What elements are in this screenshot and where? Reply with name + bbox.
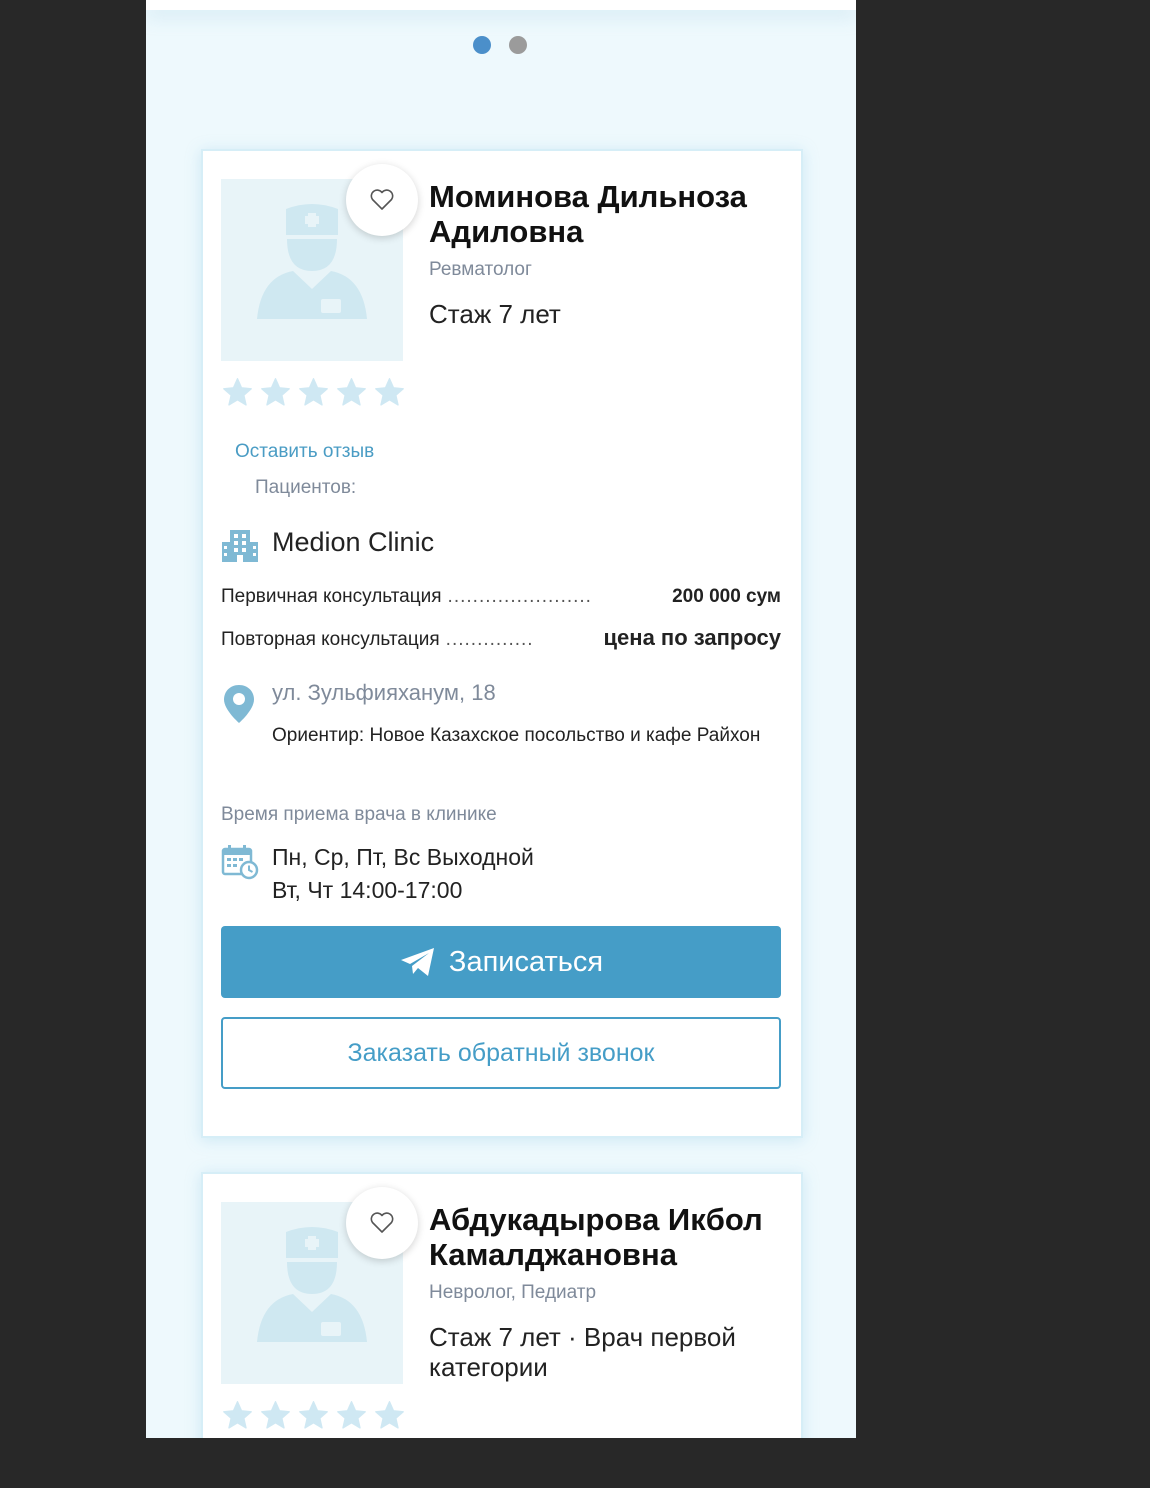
clinic-name[interactable]: Medion Clinic	[272, 527, 434, 558]
star-icon[interactable]	[335, 1399, 368, 1432]
carousel-dots	[473, 36, 527, 54]
price-row-primary: Первичная консультация .................…	[221, 586, 781, 608]
leave-review-link[interactable]: Оставить отзыв	[235, 441, 374, 463]
page-viewport: Моминова Дильноза Адиловна Ревматолог Ст…	[146, 0, 856, 1438]
doctor-card: Абдукадырова Икбол Камалджановна Невроло…	[201, 1172, 803, 1438]
star-icon[interactable]	[297, 376, 330, 409]
price-value: цена по запросу	[603, 625, 781, 650]
calendar-clock-icon	[221, 845, 259, 880]
price-dot-leader: ..............	[445, 629, 534, 650]
star-icon[interactable]	[335, 376, 368, 409]
book-appointment-button[interactable]: Записаться	[221, 926, 781, 998]
rating-stars[interactable]	[221, 1399, 406, 1432]
doctor-card: Моминова Дильноза Адиловна Ревматолог Ст…	[201, 149, 803, 1138]
star-icon[interactable]	[259, 376, 292, 409]
price-label: Повторная консультация	[221, 629, 440, 650]
schedule-line: Вт, Чт 14:00-17:00	[272, 877, 463, 903]
star-icon[interactable]	[373, 1399, 406, 1432]
star-icon[interactable]	[221, 376, 254, 409]
schedule-line: Пн, Ср, Пт, Вс Выходной	[272, 844, 534, 870]
request-callback-button[interactable]: Заказать обратный звонок	[221, 1017, 781, 1089]
favorite-button[interactable]	[346, 1187, 418, 1259]
previous-section-edge	[146, 0, 856, 10]
doctor-experience: Стаж 7 лет · Врач первой категории	[429, 1322, 736, 1382]
star-icon[interactable]	[259, 1399, 292, 1432]
location-pin-icon	[224, 685, 254, 723]
price-row-repeat: Повторная консультация .............. це…	[221, 625, 781, 651]
doctor-name[interactable]: Моминова Дильноза Адиловна	[429, 179, 779, 249]
star-icon[interactable]	[221, 1399, 254, 1432]
star-icon[interactable]	[373, 376, 406, 409]
schedule-label: Время приема врача в клинике	[221, 804, 497, 825]
carousel-dot-2[interactable]	[509, 36, 527, 54]
doctor-experience: Стаж 7 лет	[429, 299, 561, 329]
send-icon	[400, 948, 434, 976]
heart-icon	[370, 1212, 394, 1233]
patients-count-label: Пациентов:	[255, 477, 357, 498]
price-dot-leader: .......................	[447, 586, 592, 607]
doctor-name[interactable]: Абдукадырова Икбол Камалджановна	[429, 1202, 779, 1272]
price-value: 200 000 сум	[672, 586, 781, 607]
carousel-dot-1[interactable]	[473, 36, 491, 54]
star-icon[interactable]	[297, 1399, 330, 1432]
doctor-specialty: Ревматолог	[429, 259, 532, 280]
rating-stars[interactable]	[221, 376, 406, 409]
price-label: Первичная консультация	[221, 586, 442, 607]
address-landmark: Ориентир: Новое Казахское посольство и к…	[272, 725, 761, 746]
clinic-address[interactable]: ул. Зульфияханум, 18	[272, 680, 496, 706]
schedule-times: Пн, Ср, Пт, Вс Выходной Вт, Чт 14:00-17:…	[272, 841, 534, 907]
heart-icon	[370, 189, 394, 210]
clinic-building-icon	[222, 530, 258, 562]
doctor-specialty: Невролог, Педиатр	[429, 1282, 597, 1303]
favorite-button[interactable]	[346, 164, 418, 236]
book-button-label: Записаться	[448, 945, 604, 978]
